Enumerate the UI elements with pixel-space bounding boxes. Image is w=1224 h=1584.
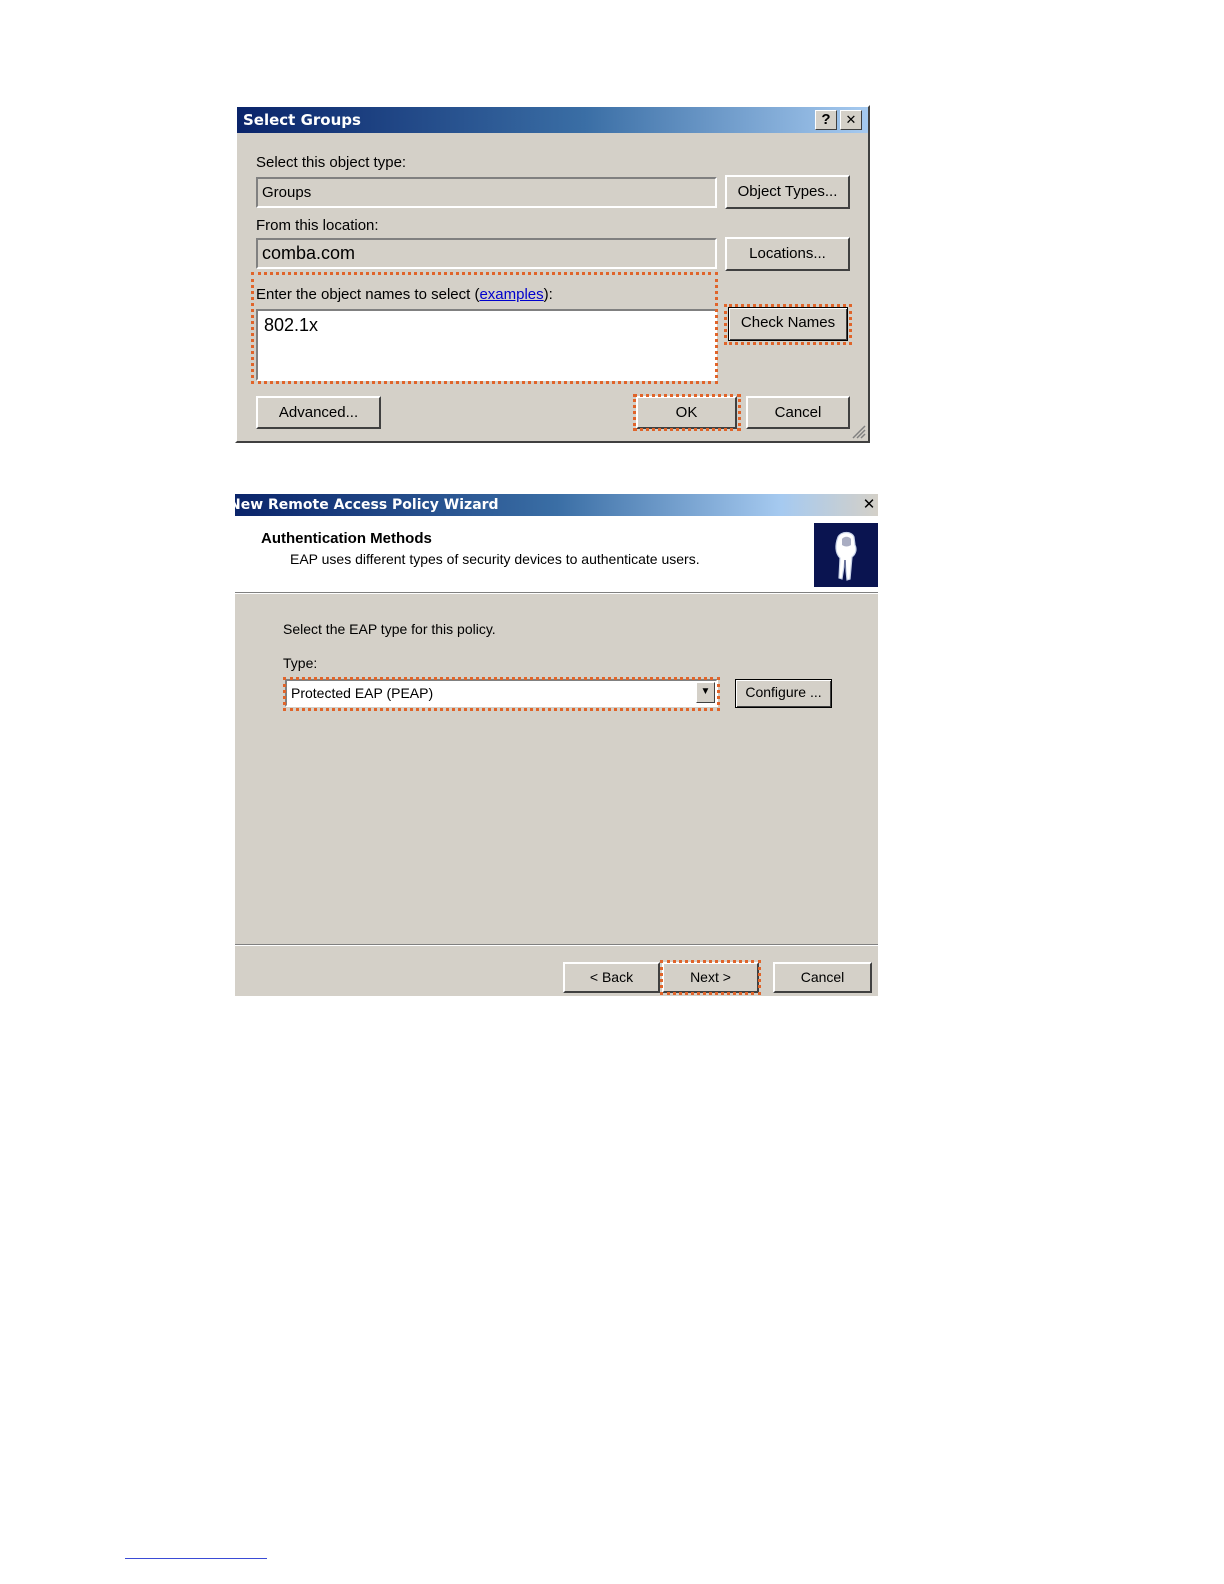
- cancel-button[interactable]: Cancel: [746, 396, 850, 429]
- wizard-logo: [814, 523, 878, 587]
- eap-type-value: Protected EAP (PEAP): [291, 685, 434, 701]
- eap-type-select[interactable]: Protected EAP (PEAP): [285, 679, 718, 707]
- eap-type-label: Type:: [283, 655, 318, 671]
- select-groups-titlebar: Select Groups: [237, 107, 868, 133]
- back-button[interactable]: < Back: [563, 962, 660, 993]
- wizard-dialog: New Remote Access Policy Wizard ✕ Authen…: [235, 494, 878, 996]
- wizard-footer-separator: [235, 944, 878, 946]
- object-names-label: Enter the object names to select (exampl…: [256, 286, 553, 303]
- locations-button[interactable]: Locations...: [725, 237, 850, 271]
- object-types-button[interactable]: Object Types...: [725, 175, 850, 209]
- wizard-heading: Authentication Methods: [261, 530, 432, 547]
- next-button[interactable]: Next >: [662, 962, 759, 993]
- wizard-header-separator: [235, 592, 878, 594]
- object-names-input[interactable]: 802.1x: [256, 309, 717, 381]
- object-names-label-prefix: Enter the object names to select (: [256, 286, 480, 303]
- location-field: comba.com: [256, 238, 717, 269]
- ok-button[interactable]: OK: [636, 396, 737, 429]
- wizard-cancel-button[interactable]: Cancel: [773, 962, 872, 993]
- wizard-subheading: EAP uses different types of security dev…: [290, 551, 700, 567]
- object-type-label: Select this object type:: [256, 154, 407, 171]
- wizard-close-icon[interactable]: ✕: [860, 495, 878, 515]
- eap-instruction: Select the EAP type for this policy.: [283, 621, 496, 637]
- configure-button[interactable]: Configure ...: [735, 679, 832, 708]
- examples-link[interactable]: examples: [479, 286, 543, 303]
- object-type-field: Groups: [256, 177, 717, 208]
- select-groups-dialog: Select Groups ? ✕ Select this object typ…: [235, 105, 870, 443]
- select-groups-title: Select Groups: [243, 111, 361, 129]
- resize-grip-icon[interactable]: [850, 423, 866, 439]
- security-hand-icon: [835, 531, 857, 581]
- wizard-titlebar: New Remote Access Policy Wizard: [235, 494, 878, 516]
- check-names-button[interactable]: Check Names: [728, 307, 848, 341]
- close-icon[interactable]: ✕: [840, 110, 862, 130]
- footnote-rule: [125, 1558, 267, 1559]
- wizard-title: New Remote Access Policy Wizard: [235, 497, 499, 513]
- help-icon[interactable]: ?: [815, 110, 837, 130]
- chevron-down-icon[interactable]: ▼: [696, 682, 715, 703]
- location-label: From this location:: [256, 217, 379, 234]
- advanced-button[interactable]: Advanced...: [256, 396, 381, 429]
- object-names-label-suffix: ):: [543, 286, 553, 303]
- wizard-header-panel: Authentication Methods EAP uses differen…: [235, 516, 878, 592]
